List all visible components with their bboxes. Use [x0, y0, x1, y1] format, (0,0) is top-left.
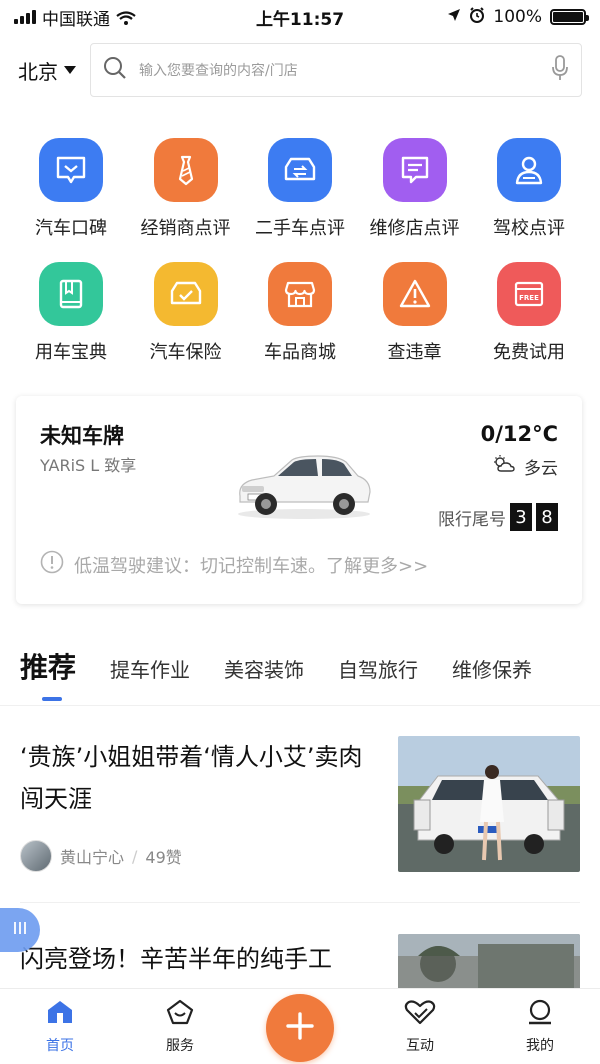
active-tab-indicator: [42, 697, 62, 701]
alarm-icon: [469, 6, 485, 28]
like-count: 49赞: [145, 848, 182, 867]
microphone-icon[interactable]: [551, 55, 569, 85]
tie-icon: [153, 138, 218, 202]
shop-icon: [268, 262, 332, 326]
menu-lines-icon: [12, 921, 28, 939]
tip-text: 低温驾驶建议：切记控制车速。了解更多>>: [74, 555, 429, 577]
grid-item-violations[interactable]: 查违章: [358, 262, 472, 364]
grid-label: 免费试用: [493, 342, 565, 363]
grid-item-car-store[interactable]: 车品商城: [243, 262, 357, 364]
grid-label: 二手车点评: [255, 218, 345, 239]
message-icon: [382, 138, 447, 202]
author-name: 黄山宁心: [60, 848, 125, 867]
nav-label: 互动: [406, 1038, 434, 1054]
city-label: 北京: [18, 59, 58, 84]
grid-item-free-trial[interactable]: FREE 免费试用: [472, 262, 586, 364]
weather-label: 多云: [524, 459, 558, 479]
car-plate: 未知车牌: [40, 424, 124, 448]
temperature: 0/12°C: [480, 422, 558, 446]
tab-delivery[interactable]: 提车作业: [110, 654, 190, 683]
nav-profile[interactable]: 我的: [480, 989, 600, 1064]
car-exchange-icon: [268, 138, 332, 202]
location-arrow-icon: [447, 7, 461, 27]
nav-home[interactable]: 首页: [0, 989, 120, 1064]
grid-label: 用车宝典: [35, 342, 107, 363]
article-card[interactable]: ‘贵族’小姐姐带着‘情人小艾’卖肉闯天涯 黄山宁心 / 49赞: [0, 732, 600, 892]
driver-icon: [497, 138, 561, 202]
article-meta: 黄山宁心 / 49赞: [20, 840, 182, 872]
weather: 多云: [492, 454, 558, 479]
free-gift-icon: FREE: [497, 262, 561, 326]
nav-label: 首页: [46, 1038, 74, 1054]
traffic-restriction: 限行尾号 3 8: [438, 503, 558, 531]
grid-item-car-handbook[interactable]: 用车宝典: [14, 262, 128, 364]
grid-label: 汽车口碑: [35, 218, 107, 239]
article-thumbnail: [398, 934, 580, 992]
add-post-button[interactable]: [266, 994, 334, 1062]
grid-item-car-insurance[interactable]: 汽车保险: [129, 262, 243, 364]
carrier-label: 中国联通: [42, 9, 110, 30]
grid-item-used-car-reviews[interactable]: 二手车点评: [243, 138, 357, 240]
grid-item-repair-reviews[interactable]: 维修店点评: [358, 138, 472, 240]
tab-recommend[interactable]: 推荐: [20, 646, 76, 686]
search-icon: [103, 56, 127, 84]
signal-icon: [14, 10, 36, 24]
car-image: [234, 446, 374, 524]
grid-label: 查违章: [387, 342, 442, 363]
battery-percent: 100%: [493, 7, 542, 27]
city-selector[interactable]: 北京: [18, 56, 76, 85]
avatar: [20, 840, 52, 872]
divider: [20, 902, 580, 903]
grid-label: 汽车保险: [149, 342, 222, 363]
article-card[interactable]: 闪亮登场！辛苦半年的纯手工: [0, 928, 600, 992]
driving-tip[interactable]: 低温驾驶建议：切记控制车速。了解更多>>: [40, 550, 428, 579]
status-bar: 中国联通 上午11:57 100%: [0, 0, 600, 34]
nav-service[interactable]: 服务: [120, 989, 240, 1064]
clock: 上午11:57: [255, 9, 345, 30]
info-icon: [40, 550, 64, 579]
car-model: YARiS L 致享: [40, 456, 137, 475]
nav-label: 我的: [526, 1038, 554, 1054]
grid-item-driving-school[interactable]: 驾校点评: [472, 138, 586, 240]
caret-down-icon: [64, 66, 76, 74]
search-input[interactable]: 输入您要查询的内容/门店: [139, 60, 539, 80]
grid-label: 维修店点评: [369, 218, 460, 239]
grid-item-car-reviews[interactable]: 汽车口碑: [14, 138, 128, 240]
svg-text:FREE: FREE: [519, 294, 539, 302]
search-bar[interactable]: 输入您要查询的内容/门店: [90, 43, 582, 97]
meta-separator: /: [132, 846, 138, 866]
tab-road-trip[interactable]: 自驾旅行: [338, 654, 418, 683]
cloudy-icon: [492, 454, 516, 479]
restriction-number: 3: [510, 503, 532, 531]
plus-icon: [285, 1011, 315, 1045]
service-icon: [165, 999, 195, 1029]
profile-icon: [525, 999, 555, 1029]
nav-label: 服务: [166, 1038, 194, 1054]
interact-icon: [404, 999, 436, 1029]
grid-label: 驾校点评: [493, 218, 565, 239]
article-title: ‘贵族’小姐姐带着‘情人小艾’卖肉闯天涯: [20, 743, 363, 813]
article-title: 闪亮登场！辛苦半年的纯手工: [20, 945, 332, 973]
article-thumbnail: [398, 736, 580, 872]
home-icon: [45, 999, 75, 1029]
chat-heart-icon: [39, 138, 103, 202]
wifi-icon: [116, 10, 136, 25]
nav-interact[interactable]: 互动: [360, 989, 480, 1064]
category-tabs: 推荐 提车作业 美容装饰 自驾旅行 维修保养: [0, 646, 600, 706]
header: 北京 输入您要查询的内容/门店: [0, 40, 600, 100]
feature-grid: 汽车口碑 经销商点评 二手车点评 维修店点评 驾校点评 用车宝典 汽车保险 车品…: [14, 138, 586, 386]
grid-label: 车品商城: [264, 342, 336, 363]
car-shield-icon: [153, 262, 218, 326]
warning-icon: [382, 262, 447, 326]
tab-beauty[interactable]: 美容装饰: [224, 654, 304, 683]
restriction-number: 8: [536, 503, 558, 531]
my-car-card[interactable]: 未知车牌 YARiS L 致享 0/12°C 多云 限行尾号 3 8 低温驾驶建…: [16, 396, 582, 604]
grid-item-dealer-reviews[interactable]: 经销商点评: [129, 138, 243, 240]
restriction-label: 限行尾号: [438, 509, 506, 530]
tab-maintenance[interactable]: 维修保养: [452, 654, 532, 683]
book-icon: [39, 262, 103, 326]
grid-label: 经销商点评: [140, 218, 231, 239]
battery-icon: [550, 9, 589, 25]
